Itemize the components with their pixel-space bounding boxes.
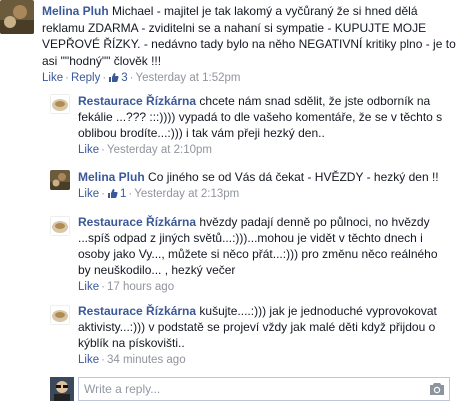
timestamp[interactable]: Yesterday at 1:52pm [135, 72, 240, 84]
comment-author[interactable]: Restaurace Řízkárna [78, 94, 196, 108]
comment-author[interactable]: Restaurace Řízkárna [78, 215, 196, 229]
timestamp[interactable]: Yesterday at 2:10pm [107, 144, 212, 156]
comment-author[interactable]: Melina Pluh [42, 4, 109, 18]
comment-actions: Like · Reply · 3 · Yesterday at 1:52pm [42, 70, 462, 88]
comment-actions: Like · Yesterday at 2:10pm [78, 144, 213, 156]
comment-author[interactable]: Melina Pluh [78, 170, 145, 184]
avatar-restaurant[interactable] [50, 305, 70, 325]
comment-author[interactable]: Restaurace Řízkárna [78, 304, 196, 318]
comment-actions: Like · 34 minutes ago [78, 354, 186, 366]
like-link[interactable]: Like [78, 144, 99, 156]
like-link[interactable]: Like [42, 72, 63, 84]
reply-composer [78, 377, 450, 401]
camera-icon[interactable] [429, 382, 445, 399]
comment-text: Co jiného se od Vás dá čekat - HVĚZDY - … [148, 170, 439, 184]
like-count[interactable]: 1 [107, 188, 126, 200]
reply-input[interactable] [84, 379, 414, 399]
avatar-melina[interactable] [50, 170, 70, 190]
like-link[interactable]: Like [78, 354, 99, 366]
like-count[interactable]: 3 [108, 72, 128, 84]
comment-actions: Like · 1 · Yesterday at 2:13pm [78, 186, 458, 204]
user-avatar [50, 377, 74, 401]
reply-link[interactable]: Reply [71, 72, 100, 84]
like-link[interactable]: Like [78, 188, 99, 200]
like-link[interactable]: Like [78, 281, 99, 293]
thumbs-up-icon [108, 72, 119, 88]
comment-actions: Like · 17 hours ago [78, 281, 175, 293]
timestamp[interactable]: 34 minutes ago [107, 354, 186, 366]
avatar-restaurant[interactable] [50, 94, 70, 114]
timestamp[interactable]: 17 hours ago [107, 281, 174, 293]
thumbs-up-icon [107, 188, 118, 204]
timestamp[interactable]: Yesterday at 2:13pm [134, 188, 239, 200]
avatar-melina[interactable] [0, 0, 34, 34]
avatar-restaurant[interactable] [50, 216, 70, 236]
